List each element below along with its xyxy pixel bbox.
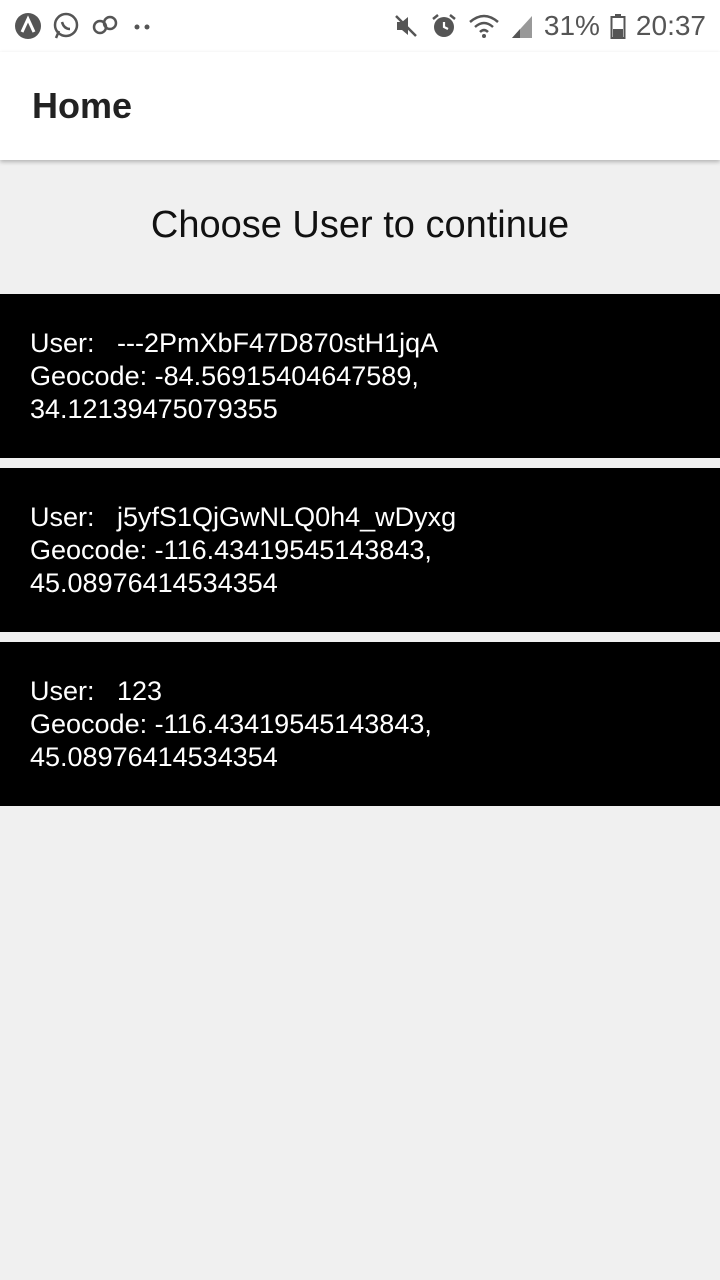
choose-user-heading: Choose User to continue — [150, 204, 570, 246]
user-card[interactable]: User: ---2PmXbF47D870stH1jqA Geocode: -8… — [0, 294, 720, 458]
geocode-text: Geocode: -84.56915404647589, — [30, 361, 419, 391]
app-bar: Home — [0, 52, 720, 160]
user-id-text: User: 123 — [30, 676, 163, 706]
user-id-text: User: ---2PmXbF47D870stH1jqA — [30, 328, 439, 358]
system-icons: 31% 20:37 — [392, 10, 706, 42]
geocode-text: Geocode: -116.43419545143843, — [30, 709, 432, 739]
user-id-text: User: j5yfS1QjGwNLQ0h4_wDyxg — [30, 502, 457, 532]
geocode-text-continued: 45.08976414534354 — [30, 568, 278, 598]
geocode-text-continued: 34.12139475079355 — [30, 394, 278, 424]
battery-icon — [610, 12, 626, 40]
whatsapp-icon — [52, 12, 80, 40]
status-bar: 31% 20:37 — [0, 0, 720, 52]
wifi-icon — [468, 12, 500, 40]
more-notifications-icon — [130, 12, 154, 40]
signal-icon — [510, 12, 534, 40]
battery-percent: 31% — [543, 10, 600, 41]
app-logo-icon — [14, 12, 42, 40]
user-card[interactable]: User: 123 Geocode: -116.43419545143843, … — [0, 642, 720, 806]
geocode-text: Geocode: -116.43419545143843, — [30, 535, 432, 565]
link-icon — [90, 12, 120, 40]
clock: 20:37 — [635, 10, 706, 41]
user-card[interactable]: User: j5yfS1QjGwNLQ0h4_wDyxg Geocode: -1… — [0, 468, 720, 632]
page-title: Home — [32, 85, 133, 126]
geocode-text-continued: 45.08976414534354 — [30, 742, 278, 772]
user-list: User: ---2PmXbF47D870stH1jqA Geocode: -8… — [0, 294, 720, 816]
alarm-icon — [430, 12, 458, 40]
notification-icons — [14, 12, 154, 40]
mute-icon — [392, 12, 420, 40]
